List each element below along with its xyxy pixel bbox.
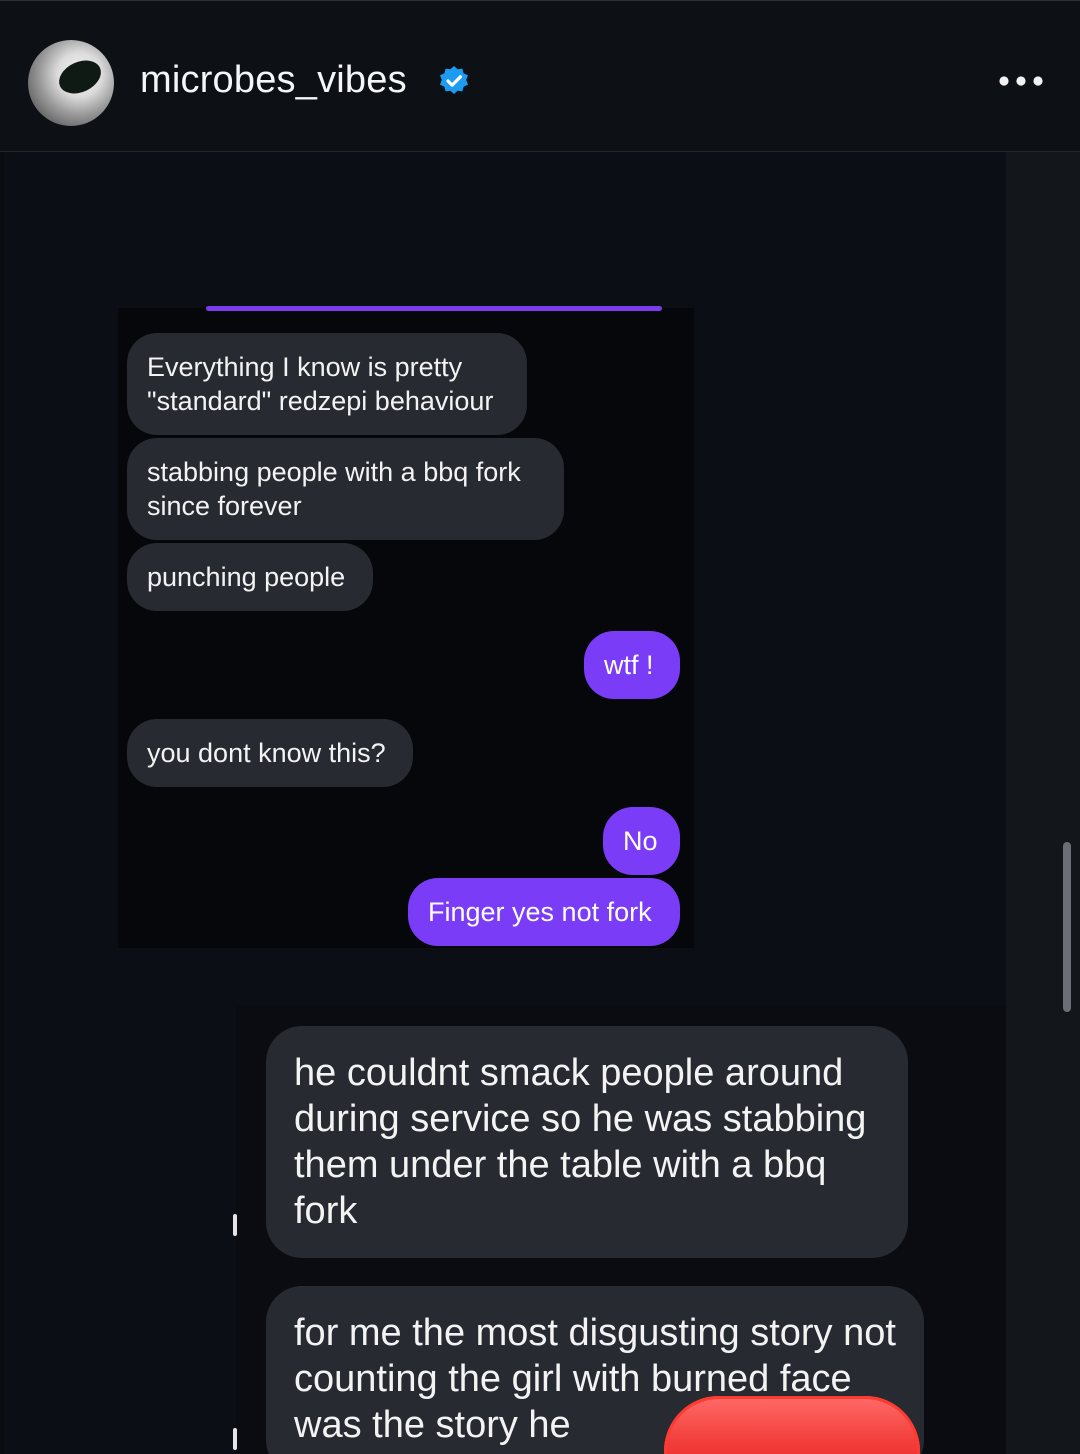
avatar[interactable] [28,40,114,126]
sent-message: Finger yes not fork [408,878,680,946]
verified-badge-icon [440,66,468,94]
received-message: Everything I know is pretty "standard" r… [127,333,527,435]
reply-mark [233,1428,237,1450]
more-options-icon[interactable] [995,64,1049,98]
red-overlay-button[interactable] [664,1396,920,1454]
scrollbar[interactable] [1063,842,1071,1012]
received-message: punching people [127,543,373,611]
side-strip [1006,152,1080,1454]
post-header: microbes_vibes [0,0,1080,152]
username[interactable]: microbes_vibes [140,59,407,102]
sent-message: No [603,807,680,875]
received-message: stabbing people with a bbq fork since fo… [127,438,564,540]
reply-mark [233,1214,237,1236]
reel-post-view: microbes_vibes Everything I know is pret… [0,0,1080,1454]
received-message: you dont know this? [127,719,413,787]
cut-off-sent-bubble [206,306,662,311]
received-message: he couldnt smack people around during se… [266,1026,908,1258]
sent-message: wtf ! [584,631,680,699]
